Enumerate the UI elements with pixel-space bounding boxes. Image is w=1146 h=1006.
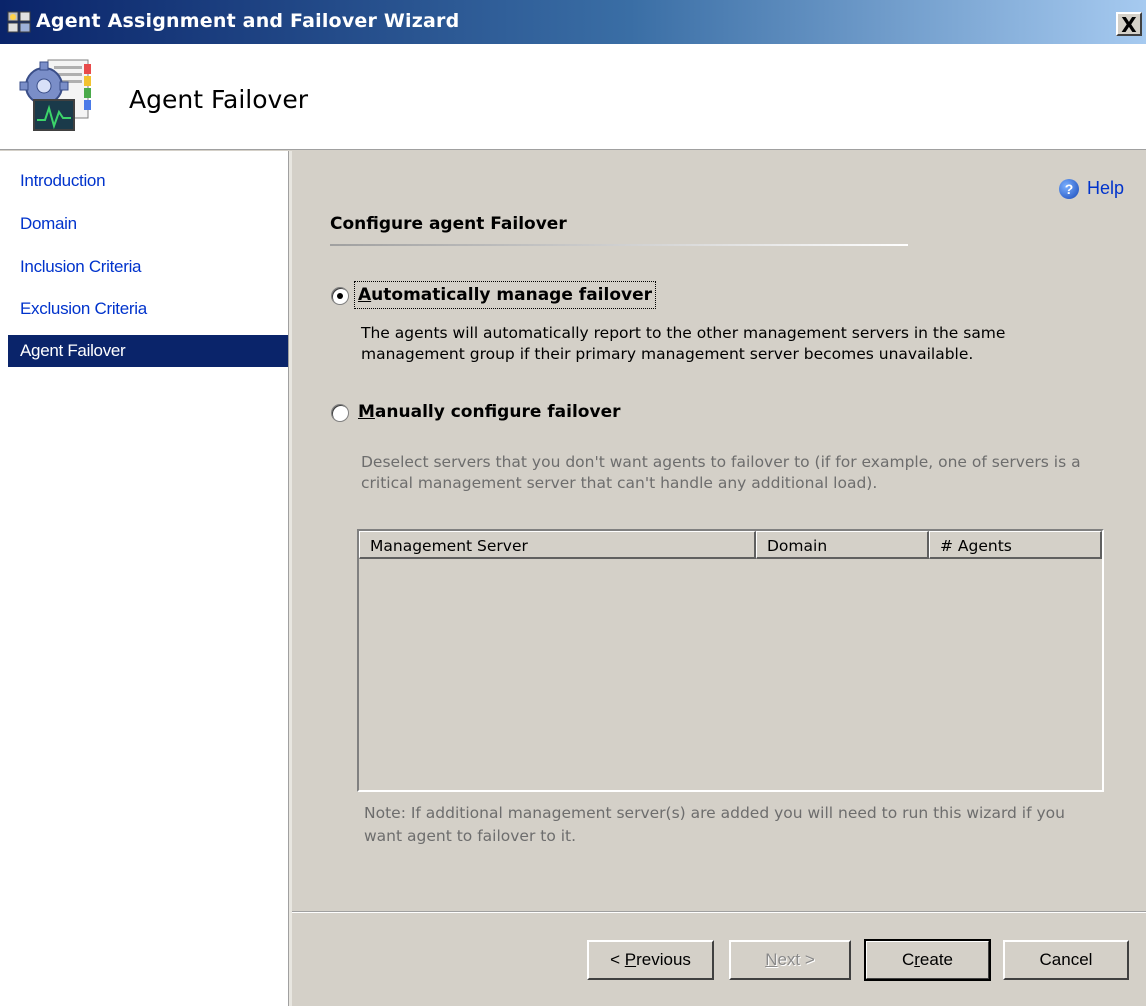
nav-item-exclusion-criteria[interactable]: Exclusion Criteria bbox=[8, 293, 288, 325]
auto-failover-radio[interactable] bbox=[331, 287, 349, 305]
page-title: Agent Failover bbox=[129, 85, 308, 114]
nav-divider bbox=[288, 151, 292, 1006]
help-icon: ? bbox=[1058, 179, 1079, 200]
column-header-agents[interactable]: # Agents bbox=[929, 531, 1102, 559]
wizard-app-icon bbox=[7, 11, 31, 33]
section-title: Configure agent Failover bbox=[330, 214, 567, 234]
next-accel: N bbox=[765, 950, 778, 969]
manual-failover-label[interactable]: Manually configure failover bbox=[358, 402, 620, 422]
note-text: Note: If additional management server(s)… bbox=[364, 804, 1065, 845]
list-header: Management Server Domain # Agents bbox=[359, 531, 1102, 559]
help-link[interactable]: ? Help bbox=[1058, 178, 1124, 200]
wizard-header: Agent Failover bbox=[0, 44, 1146, 150]
cancel-button[interactable]: Cancel bbox=[1003, 940, 1129, 980]
create-prefix: C bbox=[901, 950, 915, 969]
previous-rest: revious bbox=[636, 950, 691, 969]
close-icon: X bbox=[1121, 13, 1137, 37]
next-button[interactable]: Next > bbox=[729, 940, 851, 980]
next-rest: ext > bbox=[777, 950, 815, 969]
button-area-divider bbox=[292, 911, 1146, 913]
management-server-list[interactable]: Management Server Domain # Agents bbox=[357, 529, 1104, 792]
manual-failover-accel: M bbox=[358, 402, 375, 422]
manual-failover-label-text: anually configure failover bbox=[374, 402, 621, 422]
previous-accel: P bbox=[624, 950, 637, 969]
column-header-management-server[interactable]: Management Server bbox=[359, 531, 756, 559]
column-header-domain[interactable]: Domain bbox=[756, 531, 929, 559]
previous-prefix: < bbox=[610, 950, 625, 969]
section-divider bbox=[330, 244, 908, 246]
auto-failover-accel: A bbox=[358, 285, 372, 305]
create-button[interactable]: Create bbox=[864, 939, 991, 981]
auto-failover-description: The agents will automatically report to … bbox=[361, 324, 1006, 363]
manual-failover-radio[interactable] bbox=[331, 404, 349, 422]
auto-failover-label-text: utomatically manage failover bbox=[371, 285, 652, 305]
nav-item-agent-failover[interactable]: Agent Failover bbox=[8, 335, 288, 367]
create-rest: eate bbox=[919, 950, 954, 969]
help-label: Help bbox=[1086, 178, 1124, 198]
nav-item-domain[interactable]: Domain bbox=[8, 208, 288, 240]
manual-failover-description: Deselect servers that you don't want age… bbox=[361, 453, 1081, 492]
nav-item-introduction[interactable]: Introduction bbox=[8, 165, 288, 197]
wizard-gear-monitor-icon bbox=[19, 59, 91, 131]
window-title: Agent Assignment and Failover Wizard bbox=[36, 10, 460, 32]
wizard-step-nav: Introduction Domain Inclusion Criteria E… bbox=[0, 151, 288, 1006]
close-button[interactable]: X bbox=[1116, 12, 1142, 36]
auto-failover-label[interactable]: Automatically manage failover bbox=[354, 281, 656, 309]
previous-button[interactable]: < Previous bbox=[587, 940, 714, 980]
nav-item-inclusion-criteria[interactable]: Inclusion Criteria bbox=[8, 251, 288, 283]
title-bar: Agent Assignment and Failover Wizard X bbox=[0, 0, 1146, 44]
